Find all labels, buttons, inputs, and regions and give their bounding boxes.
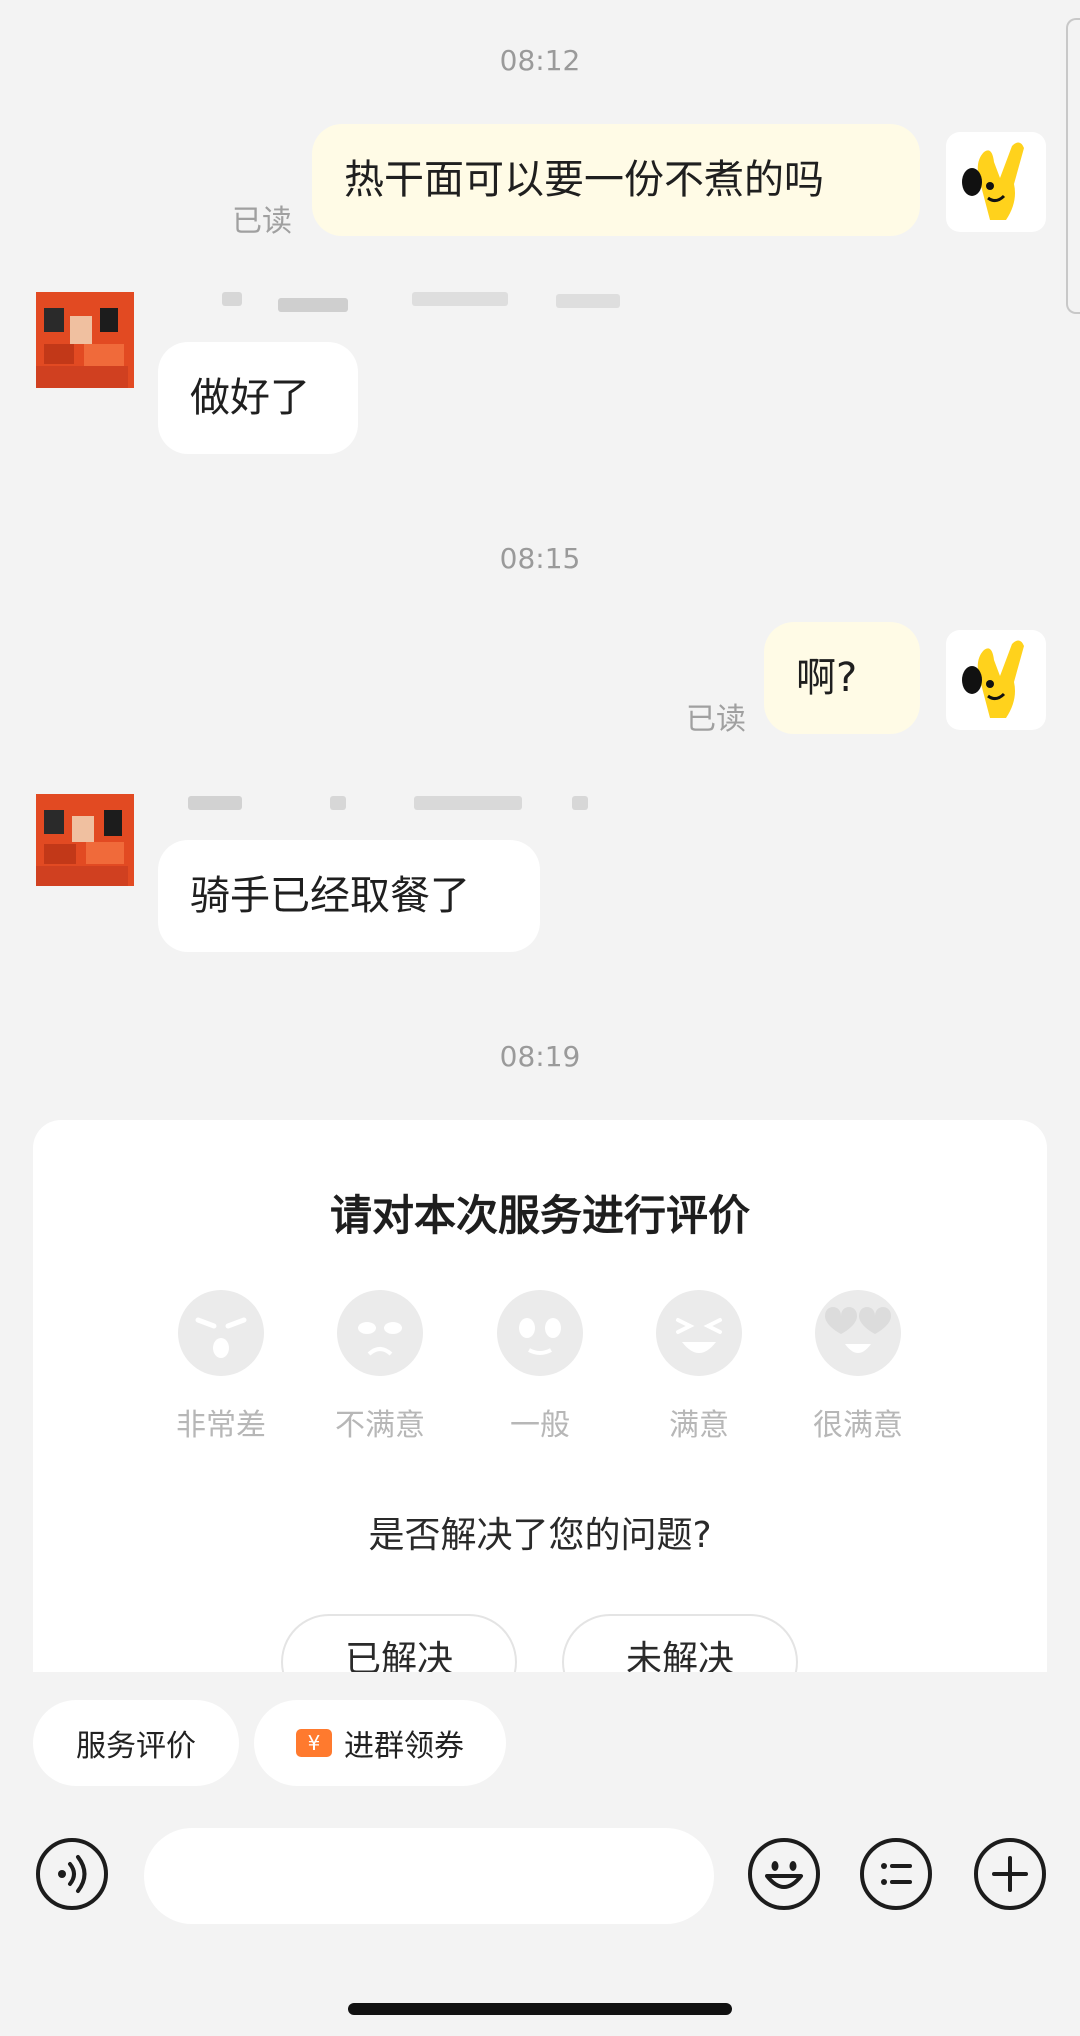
rating-label: 一般	[510, 1408, 570, 1443]
resolution-question: 是否解决了您的问题?	[368, 1515, 712, 1556]
shop-avatar[interactable]	[30, 288, 140, 396]
mascot-hand-icon	[962, 640, 1024, 718]
incoming-message[interactable]: 做好了	[158, 342, 358, 454]
rating-title: 请对本次服务进行评价	[329, 1191, 750, 1240]
heart-eyes-face-icon	[815, 1290, 901, 1376]
unresolved-button[interactable]: 未解决	[562, 1614, 798, 1672]
blurred-sender-name	[414, 796, 522, 810]
service-review-chip[interactable]: 服务评价	[33, 1700, 239, 1786]
message-text: 骑手已经取餐了	[190, 873, 470, 919]
message-text: 做好了	[190, 375, 310, 421]
rating-option-very-bad[interactable]: 非常差	[141, 1290, 301, 1470]
sad-face-icon	[337, 1290, 423, 1376]
voice-icon	[58, 1855, 87, 1893]
rating-option-very-satisfied[interactable]: 很满意	[778, 1290, 938, 1470]
blurred-sender-name	[222, 292, 242, 306]
blurred-sender-name	[188, 796, 242, 810]
resolved-button[interactable]: 已解决	[281, 1614, 517, 1672]
blurred-sender-name	[572, 796, 588, 810]
home-indicator[interactable]	[348, 2003, 732, 2015]
my-avatar[interactable]	[946, 132, 1046, 232]
blurred-sender-name	[330, 796, 346, 810]
outgoing-message[interactable]: 啊?	[764, 622, 920, 734]
timestamp: 08:12	[499, 44, 581, 77]
list-menu-icon	[881, 1863, 912, 1885]
emoji-button[interactable]	[748, 1838, 820, 1910]
shop-avatar[interactable]	[30, 786, 140, 894]
rating-label: 不满意	[335, 1408, 425, 1443]
read-receipt: 已读	[232, 204, 292, 239]
my-avatar[interactable]	[946, 630, 1046, 730]
voice-input-button[interactable]	[36, 1838, 108, 1910]
neutral-face-icon	[497, 1290, 583, 1376]
timestamp: 08:19	[499, 1040, 581, 1073]
incoming-message[interactable]: 骑手已经取餐了	[158, 840, 540, 952]
rating-label: 非常差	[176, 1408, 266, 1443]
rating-label: 满意	[669, 1408, 729, 1443]
blurred-sender-name	[556, 294, 620, 308]
rating-option-neutral[interactable]: 一般	[460, 1290, 620, 1470]
more-plus-button[interactable]	[974, 1838, 1046, 1910]
outgoing-message[interactable]: 热干面可以要一份不煮的吗	[312, 124, 920, 236]
grinning-face-icon	[656, 1290, 742, 1376]
timestamp: 08:15	[499, 542, 581, 575]
plus-icon	[992, 1856, 1028, 1892]
message-input[interactable]	[144, 1828, 714, 1924]
list-menu-button[interactable]	[860, 1838, 932, 1910]
service-rating-card: 请对本次服务进行评价 非常差 不满意 一般 满意 很满意 是否解决了您的问题? …	[33, 1120, 1047, 1672]
rating-option-dissatisfied[interactable]: 不满意	[300, 1290, 460, 1470]
emoji-icon	[765, 1861, 803, 1889]
coupon-icon: ¥	[296, 1729, 332, 1757]
message-text: 热干面可以要一份不煮的吗	[344, 157, 824, 203]
rating-label: 很满意	[813, 1408, 903, 1443]
rating-option-satisfied[interactable]: 满意	[619, 1290, 779, 1470]
chip-label: 进群领券	[344, 1729, 464, 1764]
join-group-coupon-chip[interactable]: ¥ 进群领券	[254, 1700, 506, 1786]
chip-label: 服务评价	[76, 1729, 196, 1764]
mascot-hand-icon	[962, 142, 1024, 220]
blurred-sender-name	[412, 292, 508, 306]
message-text: 啊?	[796, 655, 858, 701]
angry-face-icon	[178, 1290, 264, 1376]
blurred-sender-name	[278, 298, 348, 312]
read-receipt: 已读	[686, 702, 746, 737]
